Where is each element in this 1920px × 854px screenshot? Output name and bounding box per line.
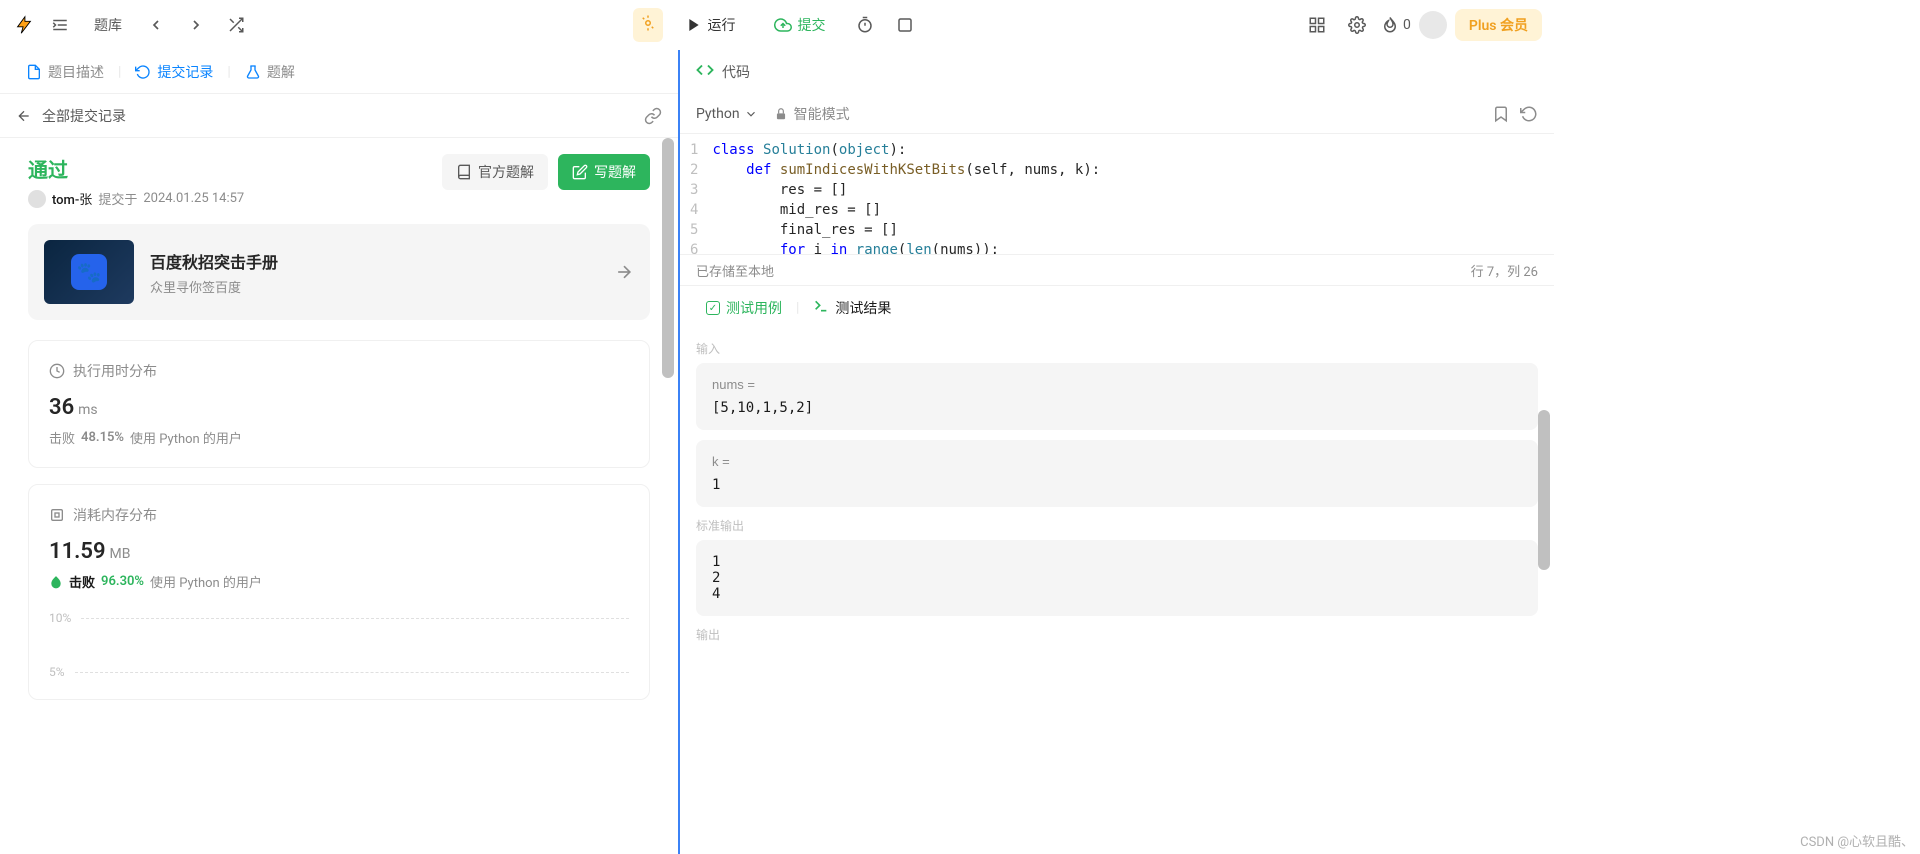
history-icon	[135, 64, 151, 80]
stdout-box: 1 2 4	[696, 540, 1538, 616]
scrollbar-right[interactable]	[1538, 330, 1550, 854]
test-result-panel: 输入 nums = [5,10,1,5,2] k = 1 标准输出 1 2 4 …	[680, 330, 1554, 854]
input-nums: nums = [5,10,1,5,2]	[696, 363, 1538, 430]
check-icon: ✓	[706, 301, 720, 315]
arrow-right-icon	[614, 262, 634, 282]
sub-header: 全部提交记录	[0, 94, 678, 138]
streak[interactable]: 0	[1381, 16, 1411, 34]
line-gutter: 123456	[680, 140, 712, 248]
tab-test-result[interactable]: 测试结果	[803, 292, 901, 324]
flask-icon	[245, 64, 261, 80]
runtime-card: 执行用时分布 36 ms 击败 48.15% 使用 Python 的用户	[28, 340, 650, 468]
problem-library-button[interactable]: 题库	[84, 11, 132, 39]
promo-card[interactable]: 🐾 百度秋招突击手册 众里寻你签百度	[28, 224, 650, 320]
runtime-value: 36	[49, 395, 74, 420]
leaf-icon	[49, 575, 63, 589]
promo-sub: 众里寻你签百度	[150, 277, 598, 296]
user-avatar[interactable]	[1419, 11, 1447, 39]
editor-status-bar: 已存储至本地 行 7，列 26	[680, 254, 1554, 286]
indent-icon[interactable]	[44, 9, 76, 41]
memory-card: 消耗内存分布 11.59 MB 击败 96.30% 使用 Python 的用户 …	[28, 484, 650, 700]
fire-icon	[1381, 16, 1399, 34]
submission-meta: tom-张 提交于 2024.01.25 14:57	[28, 189, 650, 208]
logo[interactable]	[12, 13, 36, 37]
edit-icon	[572, 164, 588, 180]
smart-mode[interactable]: 智能模式	[774, 104, 850, 124]
terminal-icon	[813, 298, 829, 318]
all-submissions-label: 全部提交记录	[42, 106, 126, 126]
back-arrow-icon[interactable]	[16, 108, 32, 124]
watermark: CSDN @心软且酷、	[1800, 831, 1914, 850]
top-toolbar: 题库 运行 提交 0 Plus 会员	[0, 0, 1554, 50]
input-k: k = 1	[696, 440, 1538, 507]
run-button[interactable]: 运行	[671, 8, 751, 42]
next-problem-icon[interactable]	[180, 9, 212, 41]
lower-tabs: ✓ 测试用例 | 测试结果	[680, 286, 1554, 330]
cloud-upload-icon	[774, 16, 792, 34]
cursor-position: 行 7，列 26	[1471, 261, 1538, 280]
submit-label: 提交	[798, 15, 826, 35]
language-bar: Python 智能模式	[680, 94, 1554, 134]
play-icon	[686, 17, 702, 33]
shuffle-icon[interactable]	[220, 9, 252, 41]
chevron-down-icon	[744, 107, 758, 121]
chip-icon	[49, 507, 65, 523]
scrollbar[interactable]	[662, 138, 674, 854]
debug-button[interactable]	[633, 8, 663, 42]
code-title: 代码	[722, 62, 750, 82]
reset-icon[interactable]	[1520, 105, 1538, 123]
left-pane: 题目描述 | 提交记录 | 题解 全部提交记录	[0, 50, 680, 854]
user-avatar-small	[28, 190, 46, 208]
library-label: 题库	[94, 15, 122, 35]
tab-testcases[interactable]: ✓ 测试用例	[696, 292, 792, 324]
code-editor[interactable]: 123456 class Solution(object): def sumIn…	[680, 134, 1554, 254]
run-label: 运行	[708, 15, 736, 35]
tab-solution[interactable]: 题解	[235, 56, 305, 88]
doc-icon	[26, 64, 42, 80]
settings-icon[interactable]	[1341, 9, 1373, 41]
code-content: class Solution(object): def sumIndicesWi…	[712, 140, 1100, 248]
plus-badge[interactable]: Plus 会员	[1455, 9, 1542, 41]
runtime-beat-pct: 48.15%	[81, 430, 124, 445]
username: tom-张	[52, 189, 92, 208]
tab-submissions[interactable]: 提交记录	[125, 56, 223, 88]
note-icon[interactable]	[889, 9, 921, 41]
output-label: 输出	[696, 626, 1538, 643]
submit-button[interactable]: 提交	[759, 8, 841, 42]
apps-icon[interactable]	[1301, 9, 1333, 41]
code-icon	[696, 61, 714, 83]
code-header: 代码	[680, 50, 1554, 94]
link-icon[interactable]	[644, 107, 662, 125]
streak-count: 0	[1403, 17, 1411, 33]
left-tabs: 题目描述 | 提交记录 | 题解	[0, 50, 678, 94]
language-selector[interactable]: Python	[696, 106, 758, 122]
right-pane: 代码 Python 智能模式	[680, 50, 1554, 854]
promo-image: 🐾	[44, 240, 134, 304]
bookmark-icon[interactable]	[1492, 105, 1510, 123]
submission-time: 2024.01.25 14:57	[143, 191, 244, 206]
lock-icon	[774, 107, 788, 121]
book-icon	[456, 164, 472, 180]
official-solution-button[interactable]: 官方题解	[442, 154, 548, 190]
tab-description[interactable]: 题目描述	[16, 56, 114, 88]
write-solution-button[interactable]: 写题解	[558, 154, 650, 190]
memory-value: 11.59	[49, 539, 106, 564]
input-label: 输入	[696, 340, 1538, 357]
promo-title: 百度秋招突击手册	[150, 249, 598, 273]
memory-beat-pct: 96.30%	[101, 574, 144, 589]
left-content: 通过 tom-张 提交于 2024.01.25 14:57 官方题解 写题解	[0, 138, 678, 854]
stdout-label: 标准输出	[696, 517, 1538, 534]
clock-icon	[49, 363, 65, 379]
prev-problem-icon[interactable]	[140, 9, 172, 41]
timer-icon[interactable]	[849, 9, 881, 41]
save-status: 已存储至本地	[696, 261, 774, 280]
